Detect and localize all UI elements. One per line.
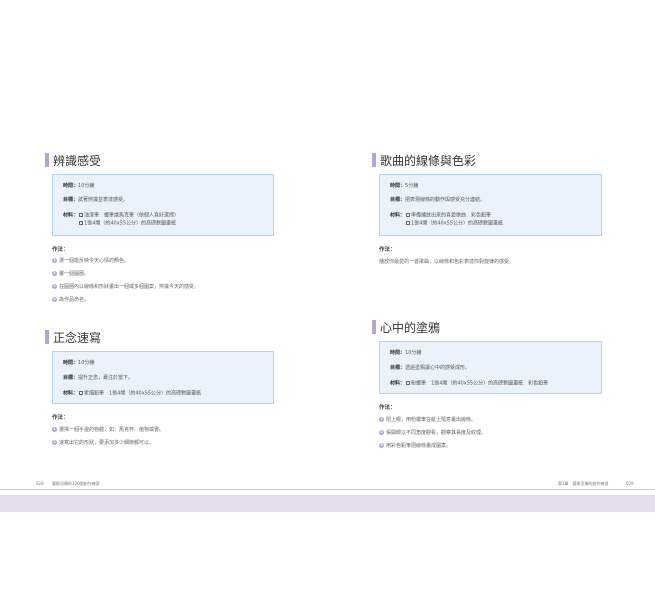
materials-line: 1張4開（約40x55公分）的高磅數圖畫紙 xyxy=(84,220,177,227)
info-box: 時間：5分鐘 目標：把表現線條的動作與感受充分連結。 材料： 準備播放出來的喜愛歌… xyxy=(379,174,602,236)
materials-line: 素描鉛筆 1張4開（約40x55公分）的高磅數圖畫紙 xyxy=(84,390,202,397)
goal-label: 目標： xyxy=(63,375,79,381)
goal-value: 試著辨識並表達感受。 xyxy=(78,197,129,203)
materials-line: 粉蠟筆 1張4開（約40x55公分）的高磅數圖畫紙 彩色鉛筆 xyxy=(411,380,549,387)
materials-label: 材料： xyxy=(63,212,79,219)
howto-heading: 作法： xyxy=(52,415,69,421)
footer-band xyxy=(0,495,655,512)
howto-heading: 作法： xyxy=(379,247,396,253)
section-title: 歌曲的線條與色彩 xyxy=(380,154,477,168)
howto-heading: 作法： xyxy=(52,247,69,253)
time-label: 時間： xyxy=(63,360,79,366)
materials-label: 材料： xyxy=(390,380,406,387)
checkbox-icon xyxy=(406,213,411,217)
step-number-icon: 4 xyxy=(52,297,57,302)
step-number-icon: 3 xyxy=(379,443,384,448)
materials-line: 準備播放出來的喜愛歌曲 彩色鉛筆 xyxy=(411,212,492,219)
step-item: 2 畫一個圓圈。 xyxy=(52,271,90,277)
time-value: 10分鐘 xyxy=(78,360,95,366)
goal-value: 透過塗鴉讓心中的感受成形。 xyxy=(405,365,471,371)
step-number-icon: 2 xyxy=(379,430,384,435)
step-item: 1 選一個能反映今天心情的顏色。 xyxy=(52,258,130,264)
page-number-left: 028 xyxy=(36,481,44,486)
goal-label: 目標： xyxy=(390,197,406,203)
goal-value: 把表現線條的動作與感受充分連結。 xyxy=(405,197,486,203)
info-box: 時間：10分鐘 目標：提升正念，專注於當下。 材料： 素描鉛筆 1張4開（約40x… xyxy=(52,351,274,404)
goal-value: 提升正念，專注於當下。 xyxy=(78,375,134,381)
section-marker xyxy=(45,330,49,344)
materials-line: 1張4開（約40x55公分）的高磅數圖畫紙 xyxy=(411,220,504,227)
step-item: 1 選擇一個手邊的物體，如：馬克杯、植物或書。 xyxy=(52,427,165,433)
goal-label: 目標： xyxy=(390,365,406,371)
section-title: 心中的塗鴉 xyxy=(380,321,441,335)
footer-divider xyxy=(0,489,655,490)
section-title: 正念速寫 xyxy=(53,331,102,345)
section-marker xyxy=(45,153,49,167)
step-item: 4 為作品命名。 xyxy=(52,297,90,303)
time-value: 5分鐘 xyxy=(405,183,419,189)
materials-label: 材料： xyxy=(390,212,406,219)
step-number-icon: 1 xyxy=(52,427,57,432)
checkbox-icon xyxy=(79,213,84,217)
step-item: 3 用彩色鉛筆把線條畫成圖案。 xyxy=(379,443,452,449)
info-box: 時間：10分鐘 目標：試著辨識並表達感受。 材料： 油漆筆 蠟筆或馬克筆（依個人喜… xyxy=(52,174,274,236)
footer-book-title: 藝術治療的100個創作練習 xyxy=(52,481,100,486)
section-marker xyxy=(372,320,376,334)
howto-heading: 作法： xyxy=(379,405,396,411)
step-item: 3 在圓圈內以線條和形狀畫出一個或多個圖案，辨識今天的感受。 xyxy=(52,284,200,290)
footer-chapter: 第1章 藝術治療的創作練習 xyxy=(558,481,609,486)
step-item: 1 閉上眼，用粉蠟筆在紙上隨意畫出線條。 xyxy=(379,417,477,423)
section-title: 辨識感受 xyxy=(53,154,102,168)
checkbox-icon xyxy=(406,221,410,225)
instruction-text: 播放你最愛的一首歌曲，以線條和色彩表達你對旋律的感受。 xyxy=(379,259,515,265)
step-number-icon: 1 xyxy=(379,417,384,422)
checkbox-icon xyxy=(406,381,411,385)
time-value: 10分鐘 xyxy=(78,183,95,189)
goal-label: 目標： xyxy=(63,197,79,203)
time-label: 時間： xyxy=(390,350,406,356)
checkbox-icon xyxy=(79,221,83,225)
step-number-icon: 2 xyxy=(52,440,57,445)
section-marker xyxy=(372,153,376,167)
materials-label: 材料： xyxy=(63,390,79,397)
time-label: 時間： xyxy=(390,183,406,189)
step-number-icon: 3 xyxy=(52,284,57,289)
materials-line: 油漆筆 蠟筆或馬克筆（依個人喜好選擇） xyxy=(84,212,180,219)
step-number-icon: 2 xyxy=(52,271,57,276)
time-label: 時間： xyxy=(63,183,79,189)
info-box: 時間：10分鐘 目標：透過塗鴉讓心中的感受成形。 材料： 粉蠟筆 1張4開（約40… xyxy=(379,341,602,394)
page-number-right: 029 xyxy=(626,481,634,486)
step-number-icon: 1 xyxy=(52,258,57,263)
time-value: 10分鐘 xyxy=(405,350,422,356)
step-item: 2 速寫出它的形狀；要添加多少細節都可以。 xyxy=(52,440,155,446)
checkbox-icon xyxy=(79,391,84,395)
step-item: 2 張開眼以不同角度觀看，觀察其長度及紋理。 xyxy=(379,430,487,436)
